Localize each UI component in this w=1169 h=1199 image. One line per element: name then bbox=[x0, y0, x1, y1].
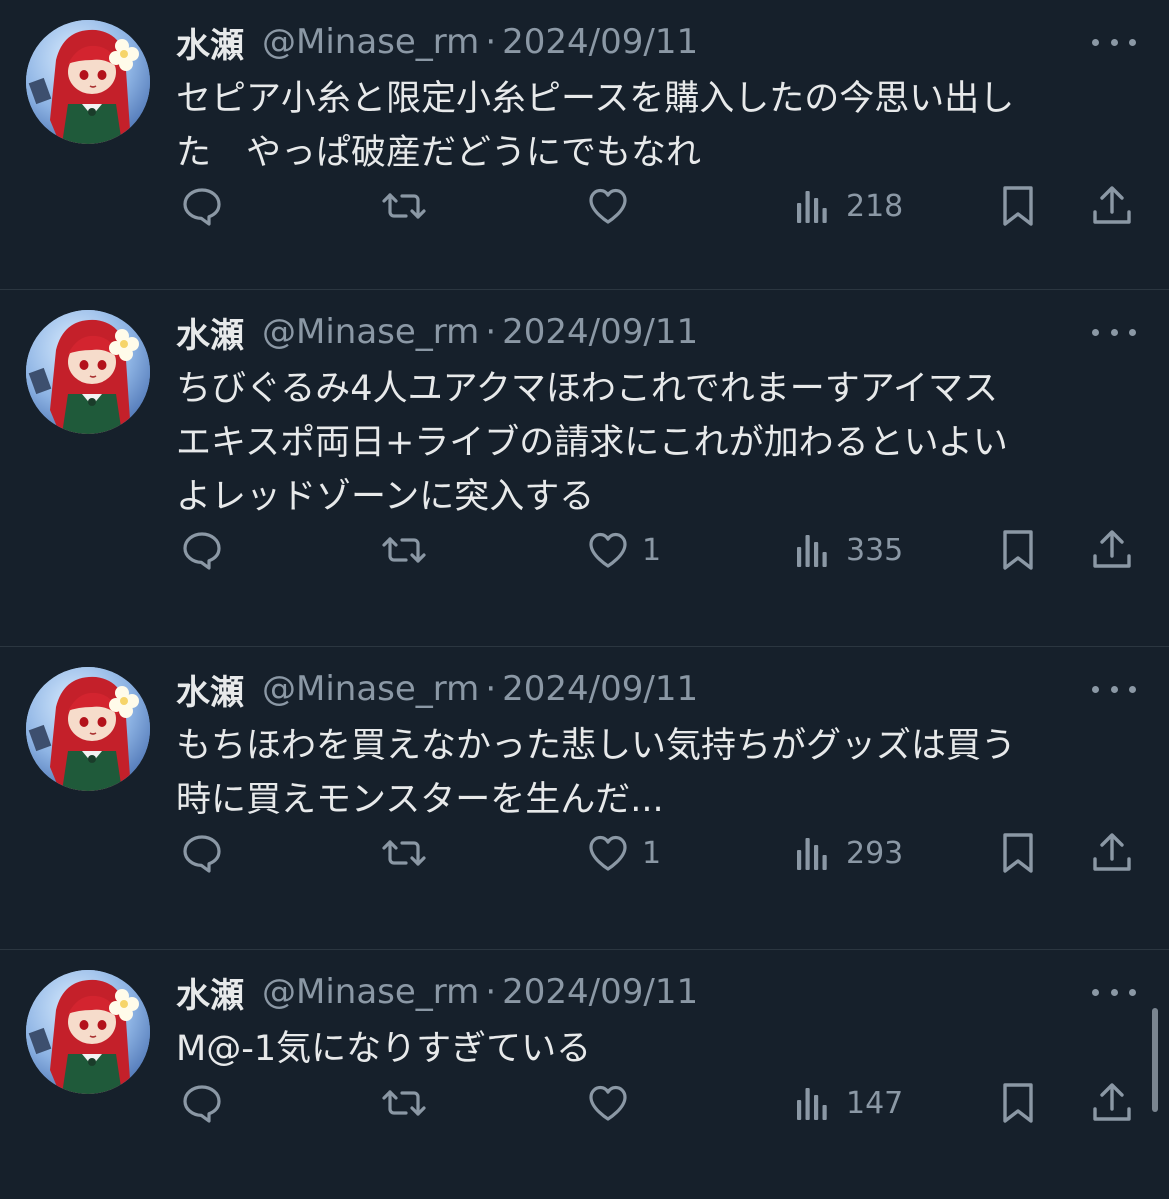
tweet-header: 水瀬 @Minase_rm · 2024/09/11 bbox=[176, 18, 698, 67]
separator-dot: · bbox=[485, 312, 497, 352]
bookmark-button[interactable] bbox=[994, 182, 1042, 230]
tweet-text: もちほわを買えなかった悲しい気持ちがグッズは買う 時に買えモンスターを生んだ..… bbox=[176, 726, 1017, 820]
reply-icon bbox=[178, 1079, 226, 1127]
scrollbar[interactable] bbox=[1152, 1008, 1158, 1112]
views-icon bbox=[788, 182, 836, 230]
like-button[interactable] bbox=[584, 182, 642, 230]
separator-dot: · bbox=[485, 669, 497, 709]
avatar[interactable] bbox=[26, 667, 150, 791]
tweet[interactable]: 水瀬 @Minase_rm · 2024/09/11 M@-1気になりすぎている 147 bbox=[0, 950, 1169, 1199]
display-name[interactable]: 水瀬 bbox=[176, 308, 244, 357]
tweet-date[interactable]: 2024/09/11 bbox=[502, 972, 698, 1012]
reply-button[interactable] bbox=[178, 526, 226, 574]
repost-icon bbox=[380, 1079, 428, 1127]
like-button[interactable] bbox=[584, 1079, 642, 1127]
heart-icon bbox=[584, 1079, 632, 1127]
reply-icon bbox=[178, 829, 226, 877]
like-button[interactable]: 1 bbox=[584, 526, 661, 574]
views-icon bbox=[788, 829, 836, 877]
more-icon[interactable] bbox=[1092, 32, 1136, 52]
display-name[interactable]: 水瀬 bbox=[176, 665, 244, 714]
more-icon[interactable] bbox=[1092, 322, 1136, 342]
tweet-actions: 218 bbox=[0, 182, 1169, 232]
tweet[interactable]: 水瀬 @Minase_rm · 2024/09/11 セピア小糸と限定小糸ピースを購入し… bbox=[0, 0, 1169, 290]
share-button[interactable] bbox=[1088, 829, 1136, 877]
repost-button[interactable] bbox=[380, 526, 428, 574]
more-icon[interactable] bbox=[1092, 679, 1136, 699]
repost-button[interactable] bbox=[380, 1079, 428, 1127]
tweet-text: M@-1気になりすぎている bbox=[176, 1029, 592, 1069]
tweet-actions: 1 293 bbox=[0, 829, 1169, 879]
view-count: 293 bbox=[846, 835, 904, 871]
heart-icon bbox=[584, 182, 632, 230]
reply-icon bbox=[178, 182, 226, 230]
avatar[interactable] bbox=[26, 310, 150, 434]
user-handle[interactable]: @Minase_rm bbox=[262, 972, 479, 1012]
like-count: 1 bbox=[642, 532, 662, 568]
tweet[interactable]: 水瀬 @Minase_rm · 2024/09/11 ちびぐるみ4人ユアクマほわこれでれ… bbox=[0, 290, 1169, 647]
tweet-header: 水瀬 @Minase_rm · 2024/09/11 bbox=[176, 665, 698, 714]
bookmark-icon bbox=[994, 829, 1042, 877]
views-button[interactable]: 293 bbox=[788, 829, 903, 877]
display-name[interactable]: 水瀬 bbox=[176, 968, 244, 1017]
views-button[interactable]: 218 bbox=[788, 182, 903, 230]
tweet-date[interactable]: 2024/09/11 bbox=[502, 669, 698, 709]
views-icon bbox=[788, 1079, 836, 1127]
tweet-header: 水瀬 @Minase_rm · 2024/09/11 bbox=[176, 968, 698, 1017]
reply-icon bbox=[178, 526, 226, 574]
tweet-text: ちびぐるみ4人ユアクマほわこれでれまーすアイマス エキスポ両日+ライブの請求にこ… bbox=[176, 369, 1008, 517]
share-button[interactable] bbox=[1088, 526, 1136, 574]
tweet-header: 水瀬 @Minase_rm · 2024/09/11 bbox=[176, 308, 698, 357]
display-name[interactable]: 水瀬 bbox=[176, 18, 244, 67]
bookmark-icon bbox=[994, 1079, 1042, 1127]
bookmark-button[interactable] bbox=[994, 526, 1042, 574]
tweet-date[interactable]: 2024/09/11 bbox=[502, 312, 698, 352]
tweet[interactable]: 水瀬 @Minase_rm · 2024/09/11 もちほわを買えなかった悲しい気持ち… bbox=[0, 647, 1169, 950]
more-icon[interactable] bbox=[1092, 982, 1136, 1002]
like-button[interactable]: 1 bbox=[584, 829, 661, 877]
repost-button[interactable] bbox=[380, 829, 428, 877]
like-count: 1 bbox=[642, 835, 662, 871]
avatar[interactable] bbox=[26, 970, 150, 1094]
tweet-actions: 1 335 bbox=[0, 526, 1169, 576]
view-count: 147 bbox=[846, 1085, 904, 1121]
view-count: 218 bbox=[846, 188, 904, 224]
bookmark-button[interactable] bbox=[994, 829, 1042, 877]
heart-icon bbox=[584, 526, 632, 574]
view-count: 335 bbox=[846, 532, 904, 568]
bookmark-button[interactable] bbox=[994, 1079, 1042, 1127]
bookmark-icon bbox=[994, 182, 1042, 230]
share-icon bbox=[1088, 182, 1136, 230]
heart-icon bbox=[584, 829, 632, 877]
views-icon bbox=[788, 526, 836, 574]
tweet-actions: 147 bbox=[0, 1079, 1169, 1129]
reply-button[interactable] bbox=[178, 182, 226, 230]
views-button[interactable]: 335 bbox=[788, 526, 903, 574]
share-button[interactable] bbox=[1088, 1079, 1136, 1127]
avatar[interactable] bbox=[26, 20, 150, 144]
repost-button[interactable] bbox=[380, 182, 428, 230]
views-button[interactable]: 147 bbox=[788, 1079, 903, 1127]
reply-button[interactable] bbox=[178, 829, 226, 877]
user-handle[interactable]: @Minase_rm bbox=[262, 669, 479, 709]
share-icon bbox=[1088, 1079, 1136, 1127]
separator-dot: · bbox=[485, 972, 497, 1012]
repost-icon bbox=[380, 829, 428, 877]
share-button[interactable] bbox=[1088, 182, 1136, 230]
user-handle[interactable]: @Minase_rm bbox=[262, 312, 479, 352]
share-icon bbox=[1088, 526, 1136, 574]
separator-dot: · bbox=[485, 22, 497, 62]
share-icon bbox=[1088, 829, 1136, 877]
tweet-date[interactable]: 2024/09/11 bbox=[502, 22, 698, 62]
repost-icon bbox=[380, 526, 428, 574]
repost-icon bbox=[380, 182, 428, 230]
bookmark-icon bbox=[994, 526, 1042, 574]
user-handle[interactable]: @Minase_rm bbox=[262, 22, 479, 62]
tweet-text: セピア小糸と限定小糸ピースを購入したの今思い出し た やっぱ破産だどうにでもなれ bbox=[176, 79, 1015, 173]
reply-button[interactable] bbox=[178, 1079, 226, 1127]
